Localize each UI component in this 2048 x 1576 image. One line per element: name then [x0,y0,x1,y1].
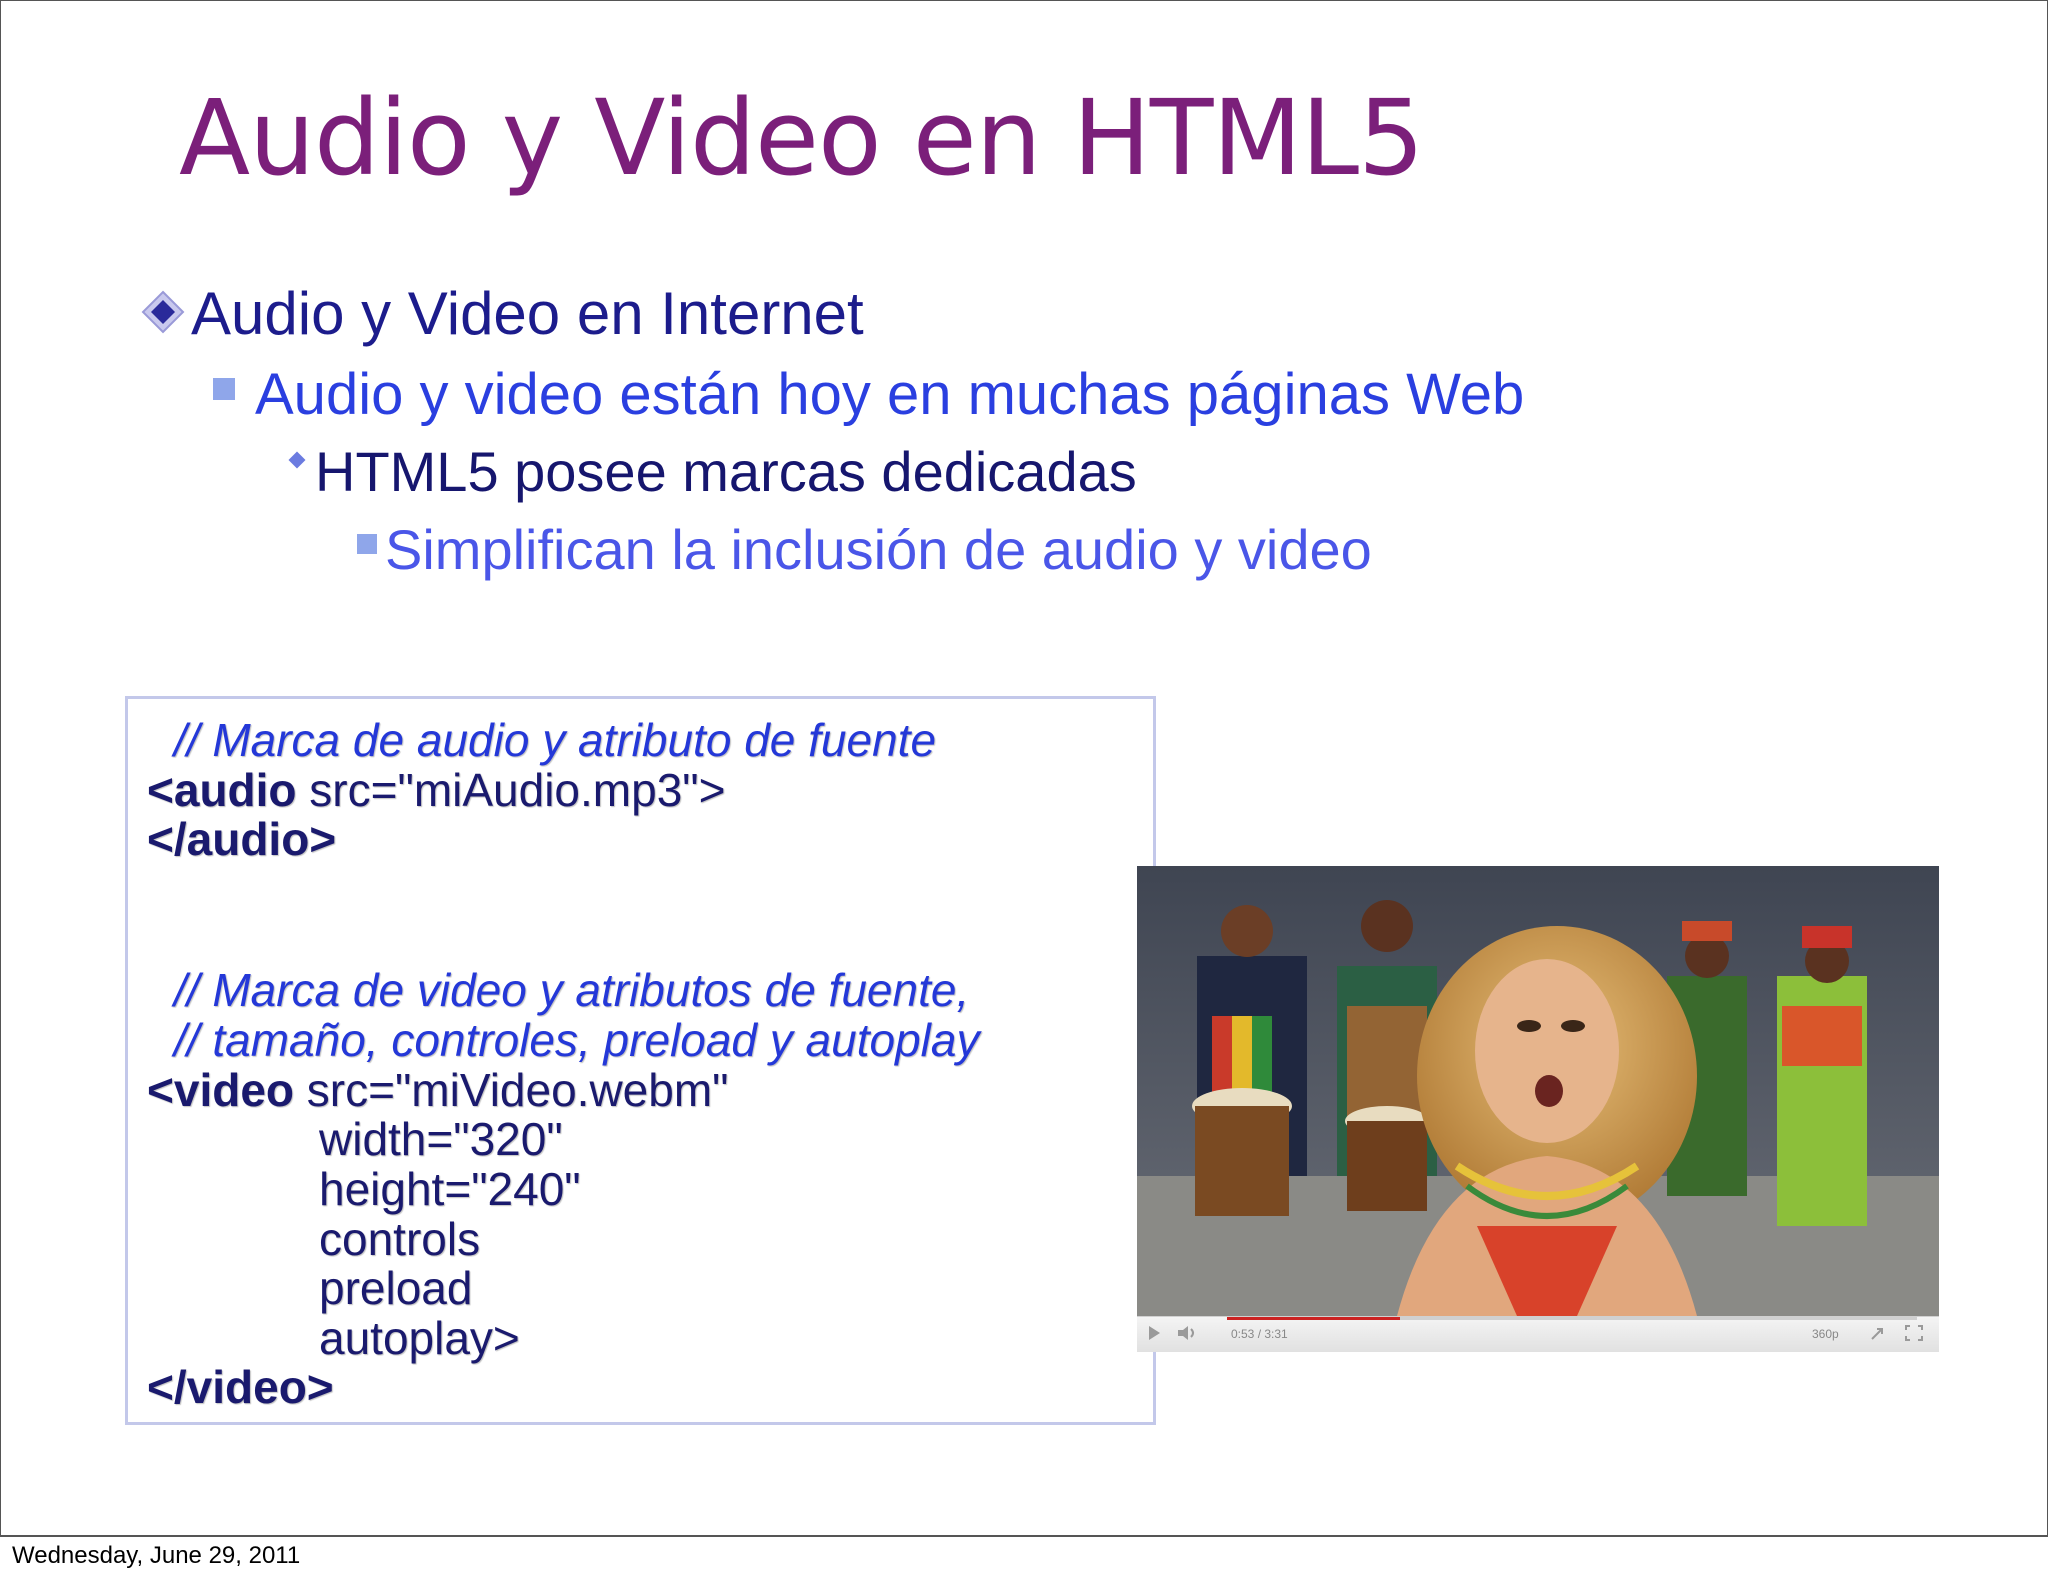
code-example-box: // Marca de audio y atributo de fuente <… [125,696,1156,1425]
code-audio-src: src="miAudio.mp3"> [296,764,726,816]
footer-date: Wednesday, June 29, 2011 [12,1542,301,1569]
code-comment-video-1: // Marca de video y atributos de fuente, [174,964,970,1016]
popout-icon[interactable] [1870,1325,1888,1344]
bullet-level-2-text: Audio y video están hoy en muchas página… [255,362,1525,427]
code-comment-video-2: // tamaño, controles, preload y autoplay [174,1014,980,1066]
square-bullet-icon [213,377,235,400]
video-frame[interactable] [1137,866,1939,1316]
video-progress-track[interactable] [1227,1317,1917,1320]
video-time: 0:53 / 3:31 [1231,1327,1288,1341]
slide-title: Audio y Video en HTML5 [179,77,1424,199]
diamond-bullet-icon [141,290,185,334]
bullet-level-2: Audio y video están hoy en muchas página… [213,361,1524,428]
small-diamond-bullet-icon [288,451,306,469]
bullet-level-3: HTML5 posee marcas dedicadas [287,439,1137,504]
code-video-width: width="320" [319,1113,563,1165]
code-video-controls: controls [319,1213,481,1265]
small-square-bullet-icon [357,534,377,555]
code-audio-tag: <audio [147,764,297,816]
code-audio-close-tag: </audio> [147,813,337,865]
bullet-level-1-text: Audio y Video en Internet [191,280,864,347]
bullet-level-4-text: Simplifican la inclusión de audio y vide… [385,518,1372,581]
fullscreen-icon[interactable] [1905,1325,1923,1344]
footer-divider [0,1535,2048,1536]
slide: Audio y Video en HTML5 Audio y Video en … [0,0,2048,1537]
code-video-close: </video> [147,1360,334,1414]
video-quality[interactable]: 360p [1812,1327,1839,1341]
code-video-height: height="240" [319,1163,581,1215]
code-video-close-tag: </video> [147,1361,334,1413]
code-audio-close: </audio> [147,812,336,866]
code-audio-open: <audio src="miAudio.mp3"> [147,763,725,817]
code-comment-audio: // Marca de audio y atributo de fuente [174,714,937,766]
code-video-src: src="miVideo.webm" [294,1064,729,1116]
video-controls-bar: 0:53 / 3:31 360p [1137,1316,1939,1352]
bullet-level-3-text: HTML5 posee marcas dedicadas [315,440,1137,503]
video-progress-fill [1227,1317,1400,1320]
video-still-image [1137,866,1939,1316]
bullet-level-1: Audio y Video en Internet [141,279,864,348]
code-video-autoplay: autoplay> [319,1312,520,1364]
code-video-open: <video src="miVideo.webm" [147,1063,728,1117]
volume-icon[interactable] [1177,1325,1199,1344]
code-video-preload: preload [319,1262,473,1314]
play-icon[interactable] [1147,1325,1161,1344]
code-video-tag: <video [147,1064,295,1116]
bullet-level-4: Simplifican la inclusión de audio y vide… [357,517,1372,582]
